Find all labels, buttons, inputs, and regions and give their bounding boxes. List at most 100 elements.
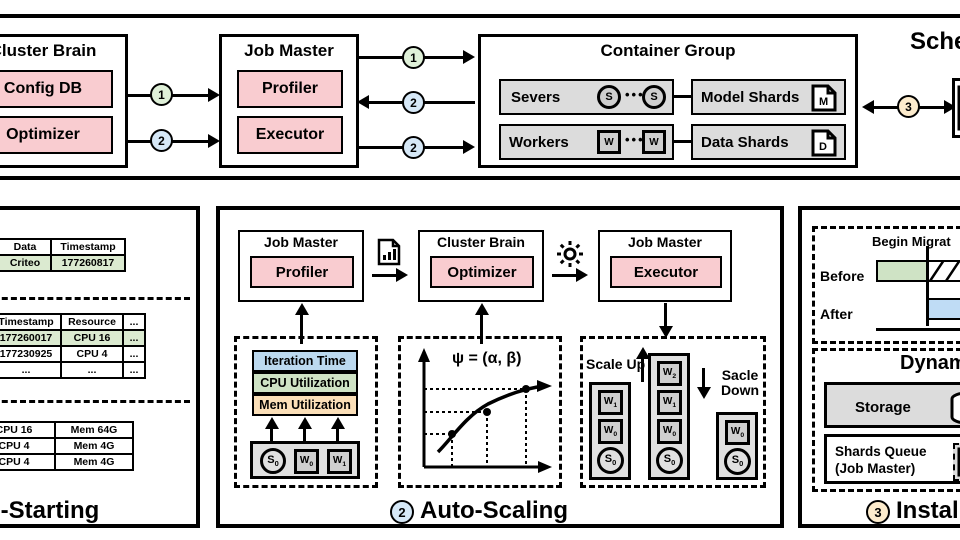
stack-down-w0: W0 (725, 420, 750, 445)
warm-start-table-bottom: 0 CPU 16 Mem 64G 0 CPU 4 Mem 4G 1 CPU 4 … (0, 421, 134, 471)
model-shards-box[interactable]: Model Shards M (691, 79, 846, 115)
panel-3-label: Instal (896, 497, 959, 524)
data-shards-box[interactable]: Data Shards D (691, 124, 846, 160)
stack-up-s0: S0 (656, 447, 683, 474)
after-label: After (820, 306, 853, 322)
workers-box[interactable]: Workers W ••• W (499, 124, 674, 160)
p2-cluster-brain-title: Cluster Brain (437, 234, 525, 250)
td-more-3: ... (122, 361, 146, 379)
stack-before-w0: W0 (598, 419, 623, 444)
servers-box[interactable]: Severs S ••• S (499, 79, 674, 115)
server-node-label-2: S (650, 91, 658, 103)
stack-scaled-down: W0 S0 (716, 412, 758, 480)
scale-up-arrow-line (641, 357, 644, 382)
scheduler-box (952, 78, 960, 138)
p2-executor-box[interactable]: Executor (610, 256, 722, 288)
stack-scaled-up: W2 W1 W0 S0 (648, 353, 690, 480)
dynamic-title: Dynamic (900, 352, 960, 374)
worker-node-wn: W (642, 130, 666, 154)
p2-optimizer-box[interactable]: Optimizer (430, 256, 534, 288)
begin-migration-label: Begin Migrat (872, 234, 951, 249)
p2-cluster-brain-box: Cluster Brain Optimizer (418, 230, 544, 302)
td-data: Criteo (0, 254, 52, 272)
td-mem-2: Mem 4G (54, 453, 134, 471)
metric-arrow-head-0 (265, 417, 279, 429)
scheduler-title: Sche (910, 28, 960, 55)
th-resource: Resource (60, 313, 124, 331)
scale-down-label-text: Sacle Down (720, 367, 760, 398)
svg-text:D: D (819, 141, 827, 153)
p2-job-master2-box: Job Master Executor (598, 230, 732, 302)
metric-label-2: Mem Utilization (259, 398, 351, 412)
p2-profiler-label: Profiler (275, 263, 329, 281)
stack-up-w1: W1 (657, 390, 682, 415)
stack-up-w2: W2 (657, 361, 682, 386)
metric-arrow-head-2 (331, 417, 345, 429)
model-shards-label: Model Shards (701, 89, 800, 106)
arrow-head-sched-left (862, 100, 874, 114)
p2-job-master-title: Job Master (264, 234, 338, 250)
p2-profiler-box[interactable]: Profiler (250, 256, 354, 288)
badge-2-cb-jm: 2 (150, 129, 173, 152)
metric-arrow-line-1 (303, 428, 306, 442)
migration-marker-line (926, 246, 929, 326)
th-timestamp-2: Timestamp (0, 313, 62, 331)
td-cpu-2: CPU 4 (0, 453, 56, 471)
data-shards-file-icon: D (811, 129, 837, 157)
badge-3-sched: 3 (897, 95, 920, 118)
badge-1-cb-jm: 1 (150, 83, 173, 106)
optimizer-label: Optimizer (6, 126, 80, 143)
table-header-row: Data Timestamp Resource ... (0, 313, 146, 331)
after-bar (926, 298, 960, 320)
td-more-2: ... (122, 345, 146, 363)
servers-label: Severs (511, 89, 561, 106)
divider-1 (0, 297, 190, 300)
chart-icon (377, 238, 401, 271)
arrow-head-jm-cg-1 (463, 50, 475, 64)
td-timestamp-3: 177230925 (0, 345, 62, 363)
arrow-head-jm-cg-2b (463, 140, 475, 154)
stack-up-w0: W0 (657, 419, 682, 444)
node-w0-label: W0 (299, 455, 314, 468)
metric-cpu-utilization: CPU Utilization (252, 372, 358, 394)
metric-label-0: Iteration Time (264, 354, 346, 368)
stack-before-w1: W1 (598, 390, 623, 415)
node-group-box: S0 W0 W1 (250, 441, 360, 479)
stack-before-s0: S0 (597, 447, 624, 474)
config-db-label: Config DB (3, 80, 83, 97)
p2-job-master-box: Job Master Profiler (238, 230, 364, 302)
worker-node-w0: W (597, 130, 621, 154)
migration-baseline (876, 328, 960, 331)
job-master-box: Job Master Profiler Executor (219, 34, 359, 168)
before-label: Before (820, 268, 865, 284)
executor-box[interactable]: Executor (237, 116, 343, 154)
config-db-box[interactable]: Config DB (0, 70, 113, 108)
th-timestamp: Timestamp (50, 238, 126, 256)
td-resource: CPU 16 (60, 329, 124, 347)
shards-queue-label-line1: Shards Queue (835, 444, 927, 459)
storage-box: Storage (824, 382, 960, 428)
optimizer-box[interactable]: Optimizer (0, 116, 113, 154)
td-mem-1: Mem 4G (54, 437, 134, 455)
td-resource-2: CPU 4 (60, 345, 124, 363)
badge-1-jm-cg: 1 (402, 46, 425, 69)
td-cpu-0: CPU 16 (0, 421, 56, 439)
profiler-box[interactable]: Profiler (237, 70, 343, 108)
executor-label: Executor (255, 126, 325, 143)
shards-queue-box: Shards Queue (Job Master) D 0 (824, 434, 960, 484)
panel-2-badge: 2 (390, 500, 414, 524)
panel-1-label: n-Starting (0, 497, 100, 524)
badge-2-jm-cg: 2 (402, 136, 425, 159)
figure-root: Cluster Brain Config DB Optimizer 1 2 Jo… (0, 0, 960, 540)
table-row: ... ... ... ... (0, 361, 146, 379)
arrow-head-curve-to-optimizer (475, 303, 489, 315)
profiler-label: Profiler (261, 80, 318, 97)
server-node-s0: S (597, 85, 621, 109)
cluster-brain-box: Cluster Brain Config DB Optimizer (0, 34, 128, 168)
server-node-sn: S (642, 85, 666, 109)
th-data: Data (0, 238, 52, 256)
panel-2-label: Auto-Scaling (420, 497, 568, 524)
before-bar-solid (876, 260, 928, 282)
td-timestamp-2: 177260017 (0, 329, 62, 347)
table-row: 0 CPU 16 Mem 64G (0, 421, 134, 439)
